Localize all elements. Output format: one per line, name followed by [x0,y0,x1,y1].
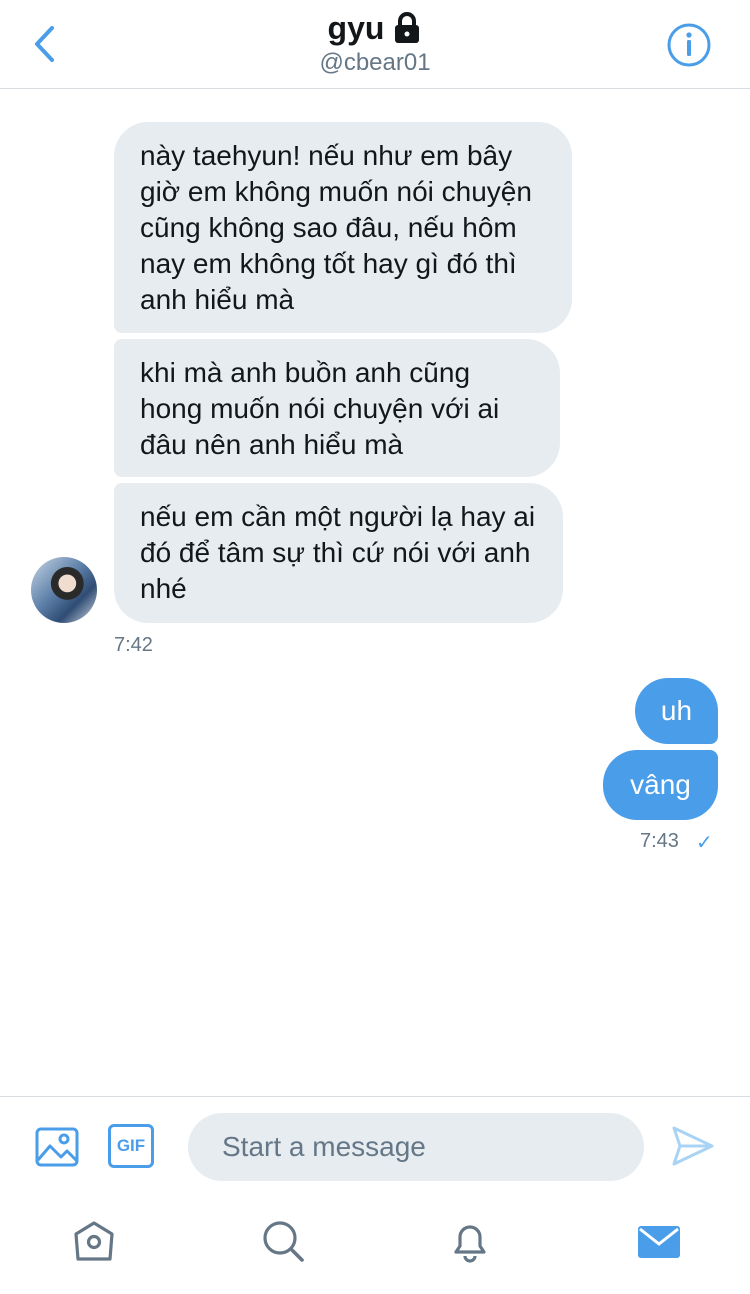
message-timestamp: 7:42 [114,634,153,656]
tab-home[interactable] [71,1218,117,1264]
tab-notifications[interactable] [447,1218,493,1264]
search-icon [263,1221,304,1262]
outgoing-message[interactable]: uh [635,678,718,744]
info-button[interactable] [666,22,712,68]
message-input[interactable] [188,1113,644,1181]
header-title-group: gyu @cbear01 [0,8,750,78]
add-media-button[interactable] [34,1124,80,1170]
mail-icon [638,1226,680,1258]
bell-icon [454,1225,486,1263]
outgoing-message-text: uh [660,695,693,726]
read-check-icon: ✓ [696,832,713,854]
image-icon [35,1127,79,1167]
tab-messages[interactable] [636,1218,682,1264]
message-thread: này taehyun! nếu như em bây giờ em không… [0,89,750,1095]
outgoing-message[interactable]: vâng [603,750,718,820]
contact-handle: @cbear01 [319,49,431,76]
conversation-header: gyu @cbear01 [0,0,750,89]
tab-bar [0,1196,750,1294]
contact-avatar[interactable] [31,557,97,623]
incoming-message[interactable]: nếu em cần một người lạ hay ai đó để tâm… [114,483,563,623]
message-timestamp: 7:43 [640,830,679,852]
lock-icon [395,12,420,43]
gif-button[interactable]: GIF [108,1124,154,1168]
send-icon [672,1126,714,1166]
contact-name: gyu [327,10,385,46]
incoming-message[interactable]: này taehyun! nếu như em bây giờ em không… [114,122,572,333]
contact-name-row: gyu [328,8,423,48]
tab-search[interactable] [260,1218,306,1264]
incoming-message[interactable]: khi mà anh buồn anh cũng hong muốn nói c… [114,339,560,477]
home-icon [74,1221,114,1261]
send-button[interactable] [670,1123,716,1169]
outgoing-message-text: vâng [630,769,691,800]
info-icon [667,23,711,67]
message-composer: GIF [0,1096,750,1197]
